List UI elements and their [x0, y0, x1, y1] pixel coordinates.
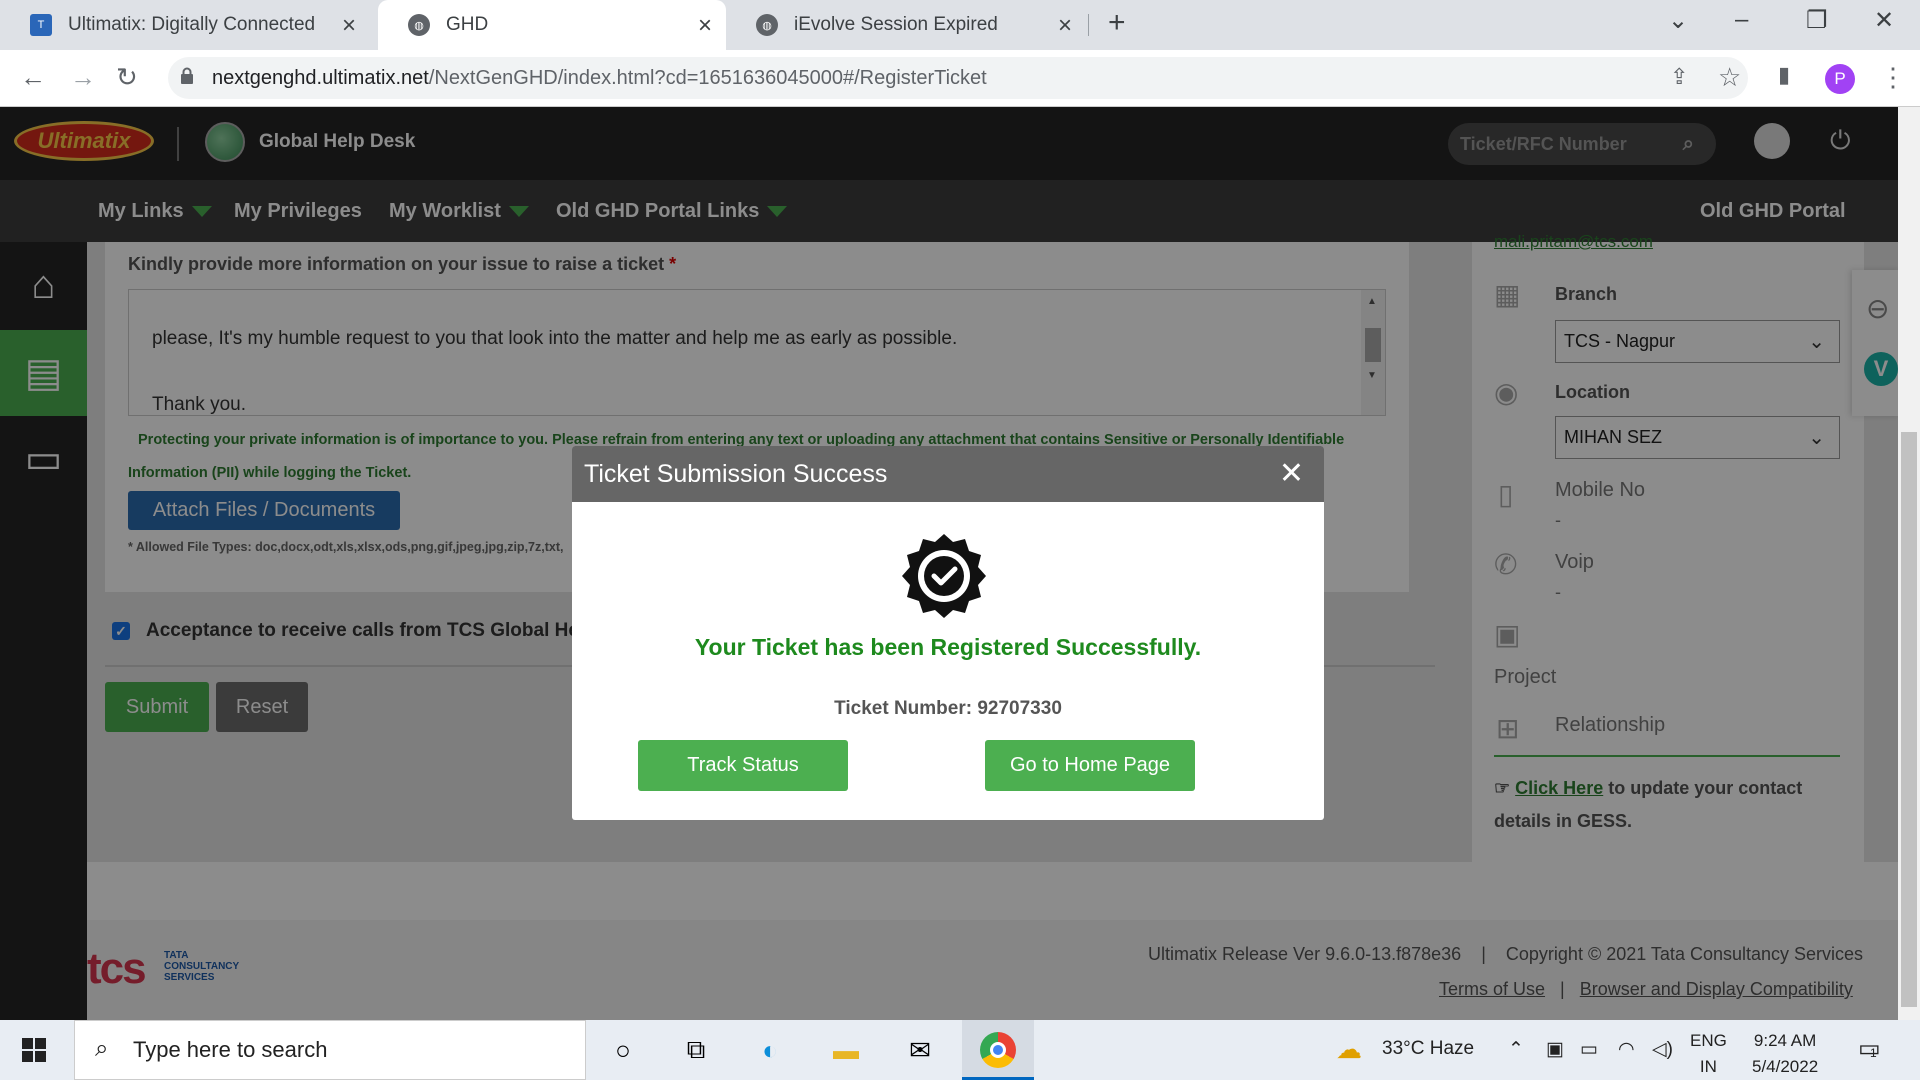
address-bar: ← → ↻ nextgenghd.ultimatix.net/NextGenGH…: [0, 50, 1920, 107]
globe-favicon-icon: ◍: [408, 14, 430, 36]
weather-icon[interactable]: ☁: [1336, 1034, 1362, 1065]
lock-icon[interactable]: [180, 67, 194, 85]
share-icon[interactable]: ⇪: [1670, 64, 1688, 90]
volume-icon[interactable]: ◁): [1652, 1038, 1673, 1061]
tab-separator: [1088, 14, 1089, 36]
go-home-button[interactable]: Go to Home Page: [985, 740, 1195, 791]
battery-icon[interactable]: ▭: [1580, 1038, 1598, 1061]
globe-favicon-icon: ◍: [756, 14, 778, 36]
clock-time: 9:24 AM: [1753, 1031, 1817, 1050]
url-field[interactable]: nextgenghd.ultimatix.net/NextGenGHD/inde…: [168, 57, 1748, 99]
taskbar-search-placeholder: Type here to search: [133, 1037, 328, 1062]
url-path: /NextGenGHD/index.html?cd=1651636045000#…: [428, 66, 987, 89]
notification-count: 1: [1870, 1046, 1877, 1060]
tab-ievolve[interactable]: ◍ iEvolve Session Expired ×: [726, 0, 1086, 50]
tab-search-icon[interactable]: ⌄: [1668, 6, 1688, 35]
success-message: Your Ticket has been Registered Successf…: [694, 634, 1202, 660]
url-host: nextgenghd.ultimatix.net: [212, 66, 429, 89]
task-view-icon[interactable]: ⧉: [678, 1032, 714, 1068]
close-window-icon[interactable]: ✕: [1874, 6, 1894, 35]
close-tab-icon[interactable]: ×: [1058, 12, 1072, 40]
chrome-taskbar-button[interactable]: [962, 1020, 1034, 1080]
back-icon[interactable]: ←: [20, 62, 46, 93]
weather-text[interactable]: 33°C Haze: [1382, 1038, 1474, 1060]
close-icon[interactable]: ✕: [1279, 456, 1304, 491]
reload-icon[interactable]: ↻: [116, 62, 138, 93]
browser-tab-bar: T Ultimatix: Digitally Connected × ◍ GHD…: [0, 0, 1920, 50]
tab-ghd[interactable]: ◍ GHD ×: [378, 0, 726, 50]
lang-region: IN: [1699, 1057, 1717, 1076]
wifi-icon[interactable]: ◠: [1618, 1038, 1635, 1061]
page-scrollbar[interactable]: [1898, 107, 1920, 1020]
mail-icon[interactable]: ✉: [902, 1032, 938, 1068]
cortana-icon[interactable]: ○: [605, 1032, 641, 1068]
minimize-icon[interactable]: –: [1735, 6, 1748, 34]
page-scroll-thumb[interactable]: [1901, 432, 1917, 1007]
file-explorer-icon[interactable]: ▬: [828, 1032, 864, 1068]
verified-badge-icon: [902, 534, 986, 618]
tab-title: iEvolve Session Expired: [794, 14, 998, 35]
search-icon: ⌕: [95, 1035, 109, 1062]
chrome-icon-center: [990, 1042, 1006, 1058]
new-tab-icon[interactable]: +: [1108, 6, 1126, 40]
clock[interactable]: 9:24 AM 5/4/2022: [1752, 1028, 1818, 1080]
side-panel-icon[interactable]: ▮: [1778, 62, 1790, 88]
tab-ultimatix[interactable]: T Ultimatix: Digitally Connected ×: [0, 0, 370, 50]
forward-icon[interactable]: →: [70, 62, 96, 93]
close-tab-icon[interactable]: ×: [698, 12, 712, 40]
profile-avatar[interactable]: P: [1825, 64, 1855, 94]
bookmark-star-icon[interactable]: ☆: [1718, 62, 1741, 93]
ticket-number: Ticket Number: 92707330: [834, 698, 1062, 719]
meet-icon[interactable]: ▣: [1546, 1038, 1564, 1061]
chevron-up-icon[interactable]: ⌃: [1508, 1038, 1524, 1061]
taskbar-search-input[interactable]: ⌕ Type here to search: [74, 1020, 586, 1080]
close-tab-icon[interactable]: ×: [342, 12, 356, 40]
tab-title: Ultimatix: Digitally Connected: [68, 14, 316, 35]
windows-start-icon[interactable]: [22, 1038, 46, 1062]
language-indicator[interactable]: ENG IN: [1690, 1028, 1727, 1080]
kebab-menu-icon[interactable]: ⋮: [1880, 62, 1906, 93]
tab-title: GHD: [446, 14, 489, 35]
modal-header: Ticket Submission Success ✕: [572, 446, 1324, 502]
restore-icon[interactable]: ❐: [1806, 6, 1828, 35]
success-modal: Ticket Submission Success ✕ Your Ticket …: [572, 446, 1324, 820]
modal-title: Ticket Submission Success: [584, 459, 888, 488]
clock-date: 5/4/2022: [1752, 1057, 1819, 1076]
windows-taskbar: ⌕ Type here to search ○ ⧉ ◐ ▬ ✉ ☁ 33°C H…: [0, 1020, 1920, 1080]
edge-browser-icon[interactable]: ◐: [752, 1032, 788, 1068]
lang-code: ENG: [1690, 1031, 1727, 1050]
track-status-button[interactable]: Track Status: [638, 740, 848, 791]
tata-favicon-icon: T: [30, 14, 52, 36]
notification-icon[interactable]: ▭ 1: [1858, 1034, 1881, 1063]
chrome-icon: [980, 1032, 1016, 1068]
